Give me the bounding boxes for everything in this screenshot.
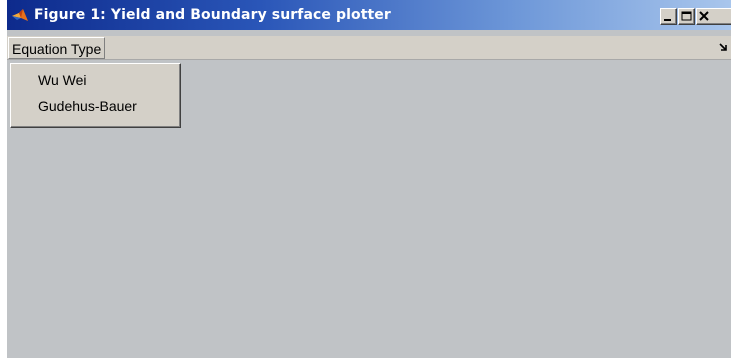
menu-item-wu-wei[interactable]: Wu Wei xyxy=(38,72,87,88)
close-icon xyxy=(699,11,709,21)
menu-item-gudehus-bauer[interactable]: Gudehus-Bauer xyxy=(38,98,137,114)
equation-type-dropdown: Wu Wei Gudehus-Bauer xyxy=(10,63,181,128)
title-bar[interactable]: Figure 1: Yield and Boundary surface plo… xyxy=(7,0,731,30)
close-button[interactable] xyxy=(696,8,731,25)
menu-bar: Equation Type xyxy=(7,36,731,60)
minimize-button[interactable] xyxy=(660,8,677,25)
maximize-icon xyxy=(681,11,692,21)
window-title: Figure 1: Yield and Boundary surface plo… xyxy=(34,7,391,23)
chevron-arrow-icon[interactable] xyxy=(718,41,730,53)
menu-equation-type[interactable]: Equation Type xyxy=(8,37,106,59)
maximize-button[interactable] xyxy=(678,8,695,25)
minimize-icon xyxy=(664,19,671,21)
matlab-logo-icon xyxy=(12,9,28,21)
figure-window: Figure 1: Yield and Boundary surface plo… xyxy=(0,0,731,358)
